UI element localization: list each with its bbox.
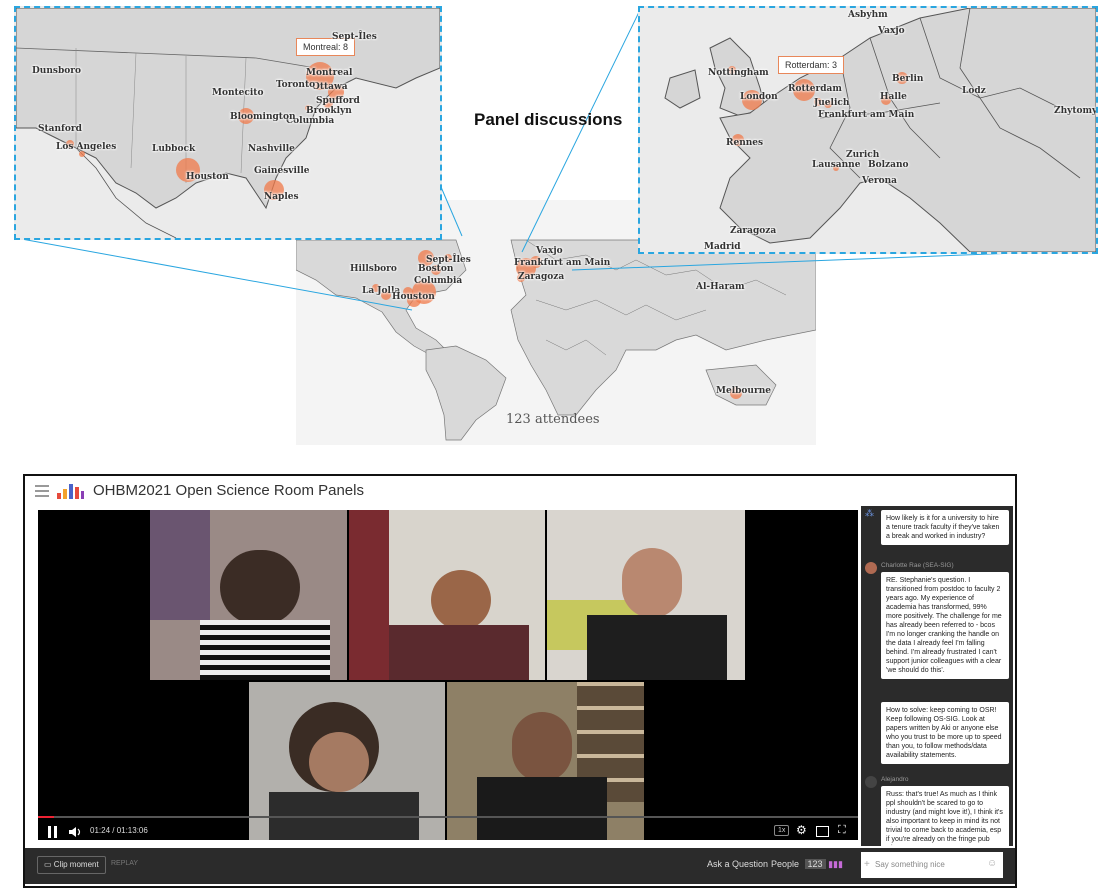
fullscreen-icon[interactable]: ⛶ [838, 824, 846, 837]
us-city-label: Naples [264, 192, 299, 202]
session-title: OHBM2021 Open Science Room Panels [93, 482, 364, 499]
avatar [865, 562, 877, 574]
chat-add-icon[interactable]: + [864, 859, 870, 870]
us-city-label: Gainesville [254, 166, 310, 176]
settings-gear-icon[interactable]: ⚙ [796, 823, 807, 837]
europe-map-tooltip: Rotterdam: 3 [778, 56, 845, 74]
eu-city-label: Zhytomyr [1054, 106, 1098, 116]
video-player-window: OHBM2021 Open Science Room Panels 01:24 … [23, 474, 1017, 888]
participant-tile [349, 510, 545, 680]
eu-city-label: Asbyhm [848, 10, 888, 20]
clip-moment-button[interactable]: ▭ Clip moment [37, 856, 106, 874]
us-city-label: Ottawa [312, 82, 348, 92]
us-city-label: Toronto [276, 80, 316, 90]
us-city-label: Houston [186, 172, 229, 182]
us-city-label: Spufford [316, 96, 360, 106]
eu-city-label: Juelich [814, 98, 850, 108]
participant-head [431, 570, 491, 630]
progress-bar[interactable] [38, 816, 858, 818]
participant-head [220, 550, 300, 625]
pause-icon[interactable] [48, 826, 58, 838]
eu-city-label: Zurich [846, 150, 880, 160]
people-count-badge: 123 [804, 859, 826, 869]
chat-author: Charlotte Rae (SEA-SIG) [881, 562, 954, 569]
chat-message: RE. Stephanie's question. I transitioned… [881, 572, 1009, 679]
eu-city-label: London [740, 92, 778, 102]
progress-bar-fill [38, 816, 55, 818]
us-city-label: Lubbock [152, 144, 196, 154]
chat-avatar-icon: ⁂ [865, 508, 874, 518]
participant-face [309, 732, 369, 792]
chat-message: How likely is it for a university to hir… [881, 510, 1009, 545]
chat-message: How to solve: keep coming to OSR! Keep f… [881, 702, 1009, 764]
participant-shirt [200, 620, 330, 680]
people-avatars-icon: ▮▮▮ [828, 859, 843, 869]
us-inset-map: Montreal: 8 Dunsboro Montreal Ottawa Spu… [14, 6, 442, 240]
participant-tile [547, 510, 745, 680]
clip-icon: ▭ [44, 860, 52, 869]
participant-head [622, 548, 682, 618]
replay-label: REPLAY [111, 860, 139, 867]
chat-panel: ⁂ How likely is it for a university to h… [861, 506, 1013, 846]
speed-button[interactable]: 1x [774, 825, 790, 836]
chat-input-placeholder: Say something nice [875, 860, 945, 869]
people-label: People [771, 859, 800, 869]
eu-city-label: Bolzano [868, 160, 909, 170]
tile-background-shelf [150, 510, 210, 620]
europe-inset-shapes [640, 8, 1096, 252]
eu-city-label: Rennes [726, 138, 764, 148]
menu-icon[interactable] [35, 485, 49, 497]
attendees-count: 123 attendees [506, 412, 600, 427]
europe-inset-map: Rotterdam: 3 Nottingham London Rotterdam… [638, 6, 1098, 254]
eu-city-label: Lausanne [812, 160, 861, 170]
eu-city-label: Zaragoza [730, 226, 777, 236]
eu-city-label: Verona [862, 176, 898, 186]
us-city-label: Sept-Îles [332, 32, 377, 42]
volume-icon[interactable] [68, 825, 82, 839]
emoji-icon[interactable]: ☺ [987, 858, 997, 869]
eu-city-label: Madrid [704, 242, 741, 252]
tile-curtain [349, 510, 389, 680]
clip-moment-label: Clip moment [53, 860, 99, 869]
participant-head [512, 712, 572, 782]
player-header: OHBM2021 Open Science Room Panels [25, 476, 1015, 508]
us-city-label: Stanford [38, 124, 82, 134]
chat-author: Alejandro [881, 776, 909, 783]
participant-tile [150, 510, 347, 680]
us-city-label: Brooklyn [306, 106, 352, 116]
video-controls: 01:24 / 01:13:06 1x ⚙ ⛶ [38, 816, 858, 844]
us-city-label: Bloomington [230, 112, 296, 122]
eu-city-label: Nottingham [708, 68, 769, 78]
us-city-label: Montreal [306, 68, 353, 78]
us-city-label: Montecito [212, 88, 264, 98]
participant-shirt [389, 625, 529, 680]
ohbm-logo-icon [57, 484, 84, 499]
us-city-label: Nashville [248, 144, 295, 154]
panel-discussions-title: Panel discussions [474, 110, 623, 129]
eu-city-label: Vaxjo [878, 26, 905, 36]
chat-message: Russ: that's true! As much as I think pp… [881, 786, 1009, 846]
eu-city-label: Lodz [962, 86, 986, 96]
ask-question-button[interactable]: Ask a Question [707, 859, 768, 869]
player-footer: ▭ Clip moment REPLAY Ask a Question Peop… [25, 848, 1015, 884]
eu-city-label: Halle [880, 92, 907, 102]
eu-city-label: Berlin [892, 74, 924, 84]
us-city-label: Dunsboro [32, 66, 81, 76]
people-button[interactable]: People 123 ▮▮▮ [771, 859, 843, 870]
participant-shirt [587, 615, 727, 680]
eu-city-label: Frankfurt am Main [818, 110, 915, 120]
eu-city-label: Rotterdam [788, 84, 842, 94]
us-inset-shapes [16, 8, 440, 238]
us-city-label: Los Angeles [56, 142, 117, 152]
video-area[interactable] [38, 510, 858, 840]
avatar [865, 776, 877, 788]
time-readout: 01:24 / 01:13:06 [90, 826, 148, 835]
picture-in-picture-icon[interactable] [816, 826, 829, 837]
chat-input[interactable]: + Say something nice ☺ [861, 852, 1003, 878]
